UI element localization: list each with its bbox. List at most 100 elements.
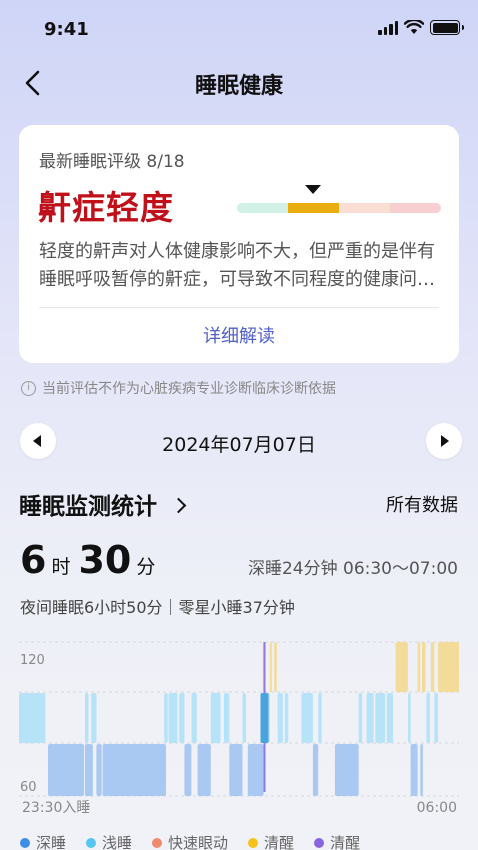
detail-link[interactable]: 详细解读 (19, 322, 459, 348)
sleep-segment-deep (247, 744, 264, 796)
cellular-signal-icon (378, 20, 398, 35)
sleep-segment-light (277, 693, 283, 743)
sleep-segment-deep (229, 744, 243, 796)
legend-item: 清醒 (314, 832, 360, 850)
legend-label: 清醒 (264, 834, 295, 850)
legend-dot (86, 837, 97, 848)
status-time: 9:41 (44, 19, 89, 40)
duration-hours-unit: 时 (51, 556, 71, 578)
date-navigator: 2024年07月07日 (0, 422, 478, 462)
nav-bar: 睡眠健康 (0, 58, 478, 106)
legend-dot (152, 837, 163, 848)
sleep-segment-light (164, 693, 168, 743)
sleep-segment-light (301, 693, 313, 743)
scale-segment-0 (237, 203, 288, 213)
sleep-segment-light (168, 693, 178, 743)
wifi-icon (404, 20, 424, 34)
sleep-segment-light (318, 693, 322, 743)
sleep-segment-light (85, 693, 89, 743)
sleep-segment-deep (410, 744, 418, 796)
disclaimer-text: 当前评估不作为心脏疾病专业诊断临床诊断依据 (42, 381, 336, 397)
sleep-stats-link[interactable]: 睡眠监测统计 (19, 487, 187, 521)
sleep-segment-awake (274, 642, 277, 692)
sleep-segment-light (224, 693, 230, 743)
caret-right-icon (441, 435, 449, 447)
night-sleep-info: 夜间睡眠6小时50分｜零星小睡37分钟 (20, 598, 295, 617)
battery-icon (430, 20, 464, 35)
sleep-segment-deep (334, 744, 359, 796)
legend-dot (248, 837, 259, 848)
section-title: 睡眠监测统计 (19, 494, 157, 520)
sleep-segment-light (284, 693, 289, 743)
sleep-segment-deep (102, 744, 166, 796)
sleep-segment-light (191, 693, 197, 743)
duration-hours: 6 (20, 538, 47, 582)
sleep-stage-chart: 120 60 23:30入睡 06:00 (19, 641, 459, 816)
sleep-segment-awake (417, 642, 421, 692)
y-tick-bottom: 60 (20, 780, 37, 795)
scale-segment-1 (288, 203, 339, 213)
rating-level: 鼾症轻度 (38, 188, 174, 227)
status-bar: 9:41 (0, 0, 478, 58)
legend-item: 清醒 (248, 832, 294, 850)
sleep-segment-light (210, 693, 221, 743)
sleep-segment-deep (85, 744, 93, 796)
sleep-segment-light (91, 693, 97, 743)
all-data-link[interactable]: 所有数据 (386, 491, 458, 517)
sleep-segment-light (242, 693, 246, 743)
sleep-segment-deep (48, 744, 85, 796)
sleep-segment-awake (437, 642, 459, 692)
sleep-segment-deep (312, 744, 319, 796)
scale-segment-3 (390, 203, 441, 213)
rating-date-label: 最新睡眠评级 8/18 (39, 152, 185, 172)
legend-dot (20, 837, 30, 848)
info-icon: i (21, 380, 36, 396)
page-title: 睡眠健康 (194, 74, 283, 99)
scale-segment-2 (339, 203, 390, 213)
legend-item: 快速眼动 (152, 832, 228, 850)
chart-legend: 深睡 浅睡 快速眼动 清醒 清醒 (20, 832, 360, 850)
legend-item: 浅睡 (86, 832, 132, 850)
x-end-label: 06:00 (417, 800, 457, 816)
sleep-segment-awake (395, 642, 408, 692)
sleep-segment-light (434, 693, 438, 743)
y-tick-top: 120 (20, 653, 45, 668)
sleep-segment-light (179, 693, 185, 743)
sleep-marker-core (260, 693, 269, 743)
sleep-segment-light (19, 693, 46, 743)
sleep-segment-light (366, 693, 374, 743)
sleep-segment-light (358, 693, 363, 743)
sleep-segment-deep (197, 744, 211, 796)
snore-rating-card: 最新睡眠评级 8/18 鼾症轻度 轻度的鼾声对人体健康影响不大，但严重的是伴有睡… (19, 125, 459, 363)
sleep-segment-awake (269, 642, 272, 692)
current-date: 2024年07月07日 (162, 434, 316, 456)
x-start-label: 23:30入睡 (22, 800, 90, 816)
sleep-segment-light (408, 693, 411, 743)
legend-item: 深睡 (20, 832, 66, 850)
level-pointer-icon (305, 185, 321, 194)
legend-label: 浅睡 (102, 834, 133, 850)
legend-label: 快速眼动 (168, 834, 229, 850)
status-icons (378, 20, 464, 35)
next-day-button[interactable] (426, 423, 462, 459)
sleep-segment-awake (422, 642, 426, 692)
disclaimer: i 当前评估不作为心脏疾病专业诊断临床诊断依据 (21, 378, 336, 398)
sleep-segment-deep (184, 744, 192, 796)
chevron-right-icon (170, 497, 187, 513)
sleep-segment-deep (420, 744, 423, 796)
severity-scale (237, 203, 441, 213)
legend-dot (314, 837, 325, 848)
legend-label: 深睡 (36, 834, 67, 850)
sleep-segment-light (426, 693, 430, 743)
duration-minutes: 30 (78, 538, 132, 582)
duration-minutes-unit: 分 (136, 556, 156, 578)
deep-sleep-info: 深睡24分钟 06:30～07:00 (247, 559, 458, 579)
sleep-duration: 6 时 30 分 (20, 538, 163, 582)
divider (39, 307, 439, 308)
rating-description: 轻度的鼾声对人体健康影响不大，但严重的是伴有睡眠呼吸暂停的鼾症，可导致不同程度的… (39, 241, 435, 290)
sleep-segment-light (375, 693, 386, 743)
sleep-segment-awake (430, 642, 435, 692)
legend-label: 清醒 (330, 834, 361, 850)
sleep-segment-deep (96, 744, 102, 796)
sleep-segment-light (386, 693, 393, 743)
